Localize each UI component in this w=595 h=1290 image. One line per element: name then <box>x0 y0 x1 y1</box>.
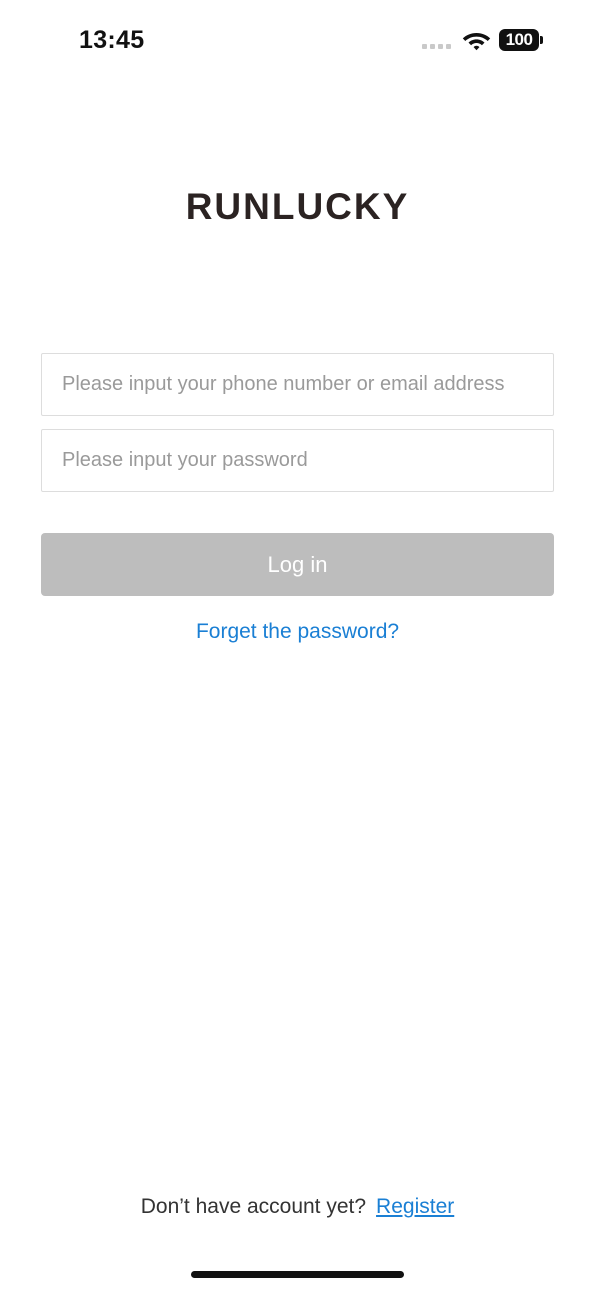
login-button[interactable]: Log in <box>41 533 554 596</box>
wifi-icon <box>462 33 491 51</box>
register-link[interactable]: Register <box>376 1195 454 1218</box>
battery-icon: 100 <box>499 29 543 51</box>
password-input[interactable] <box>41 429 554 492</box>
register-prompt-text: Don’t have account yet? <box>140 1195 367 1218</box>
status-bar: 13:45 100 <box>0 0 595 80</box>
home-indicator[interactable] <box>191 1271 404 1278</box>
forgot-password-link[interactable]: Forget the password? <box>0 620 595 644</box>
battery-level: 100 <box>499 29 539 51</box>
register-prompt: Don’t have account yet? Register <box>0 1195 595 1219</box>
account-input[interactable] <box>41 353 554 416</box>
login-screen: 13:45 100 RUNLUCKY Log in Forget the pas… <box>0 0 595 1290</box>
cellular-signal-icon <box>422 44 451 49</box>
app-logo: RUNLUCKY <box>185 186 410 227</box>
status-time: 13:45 <box>79 26 145 54</box>
